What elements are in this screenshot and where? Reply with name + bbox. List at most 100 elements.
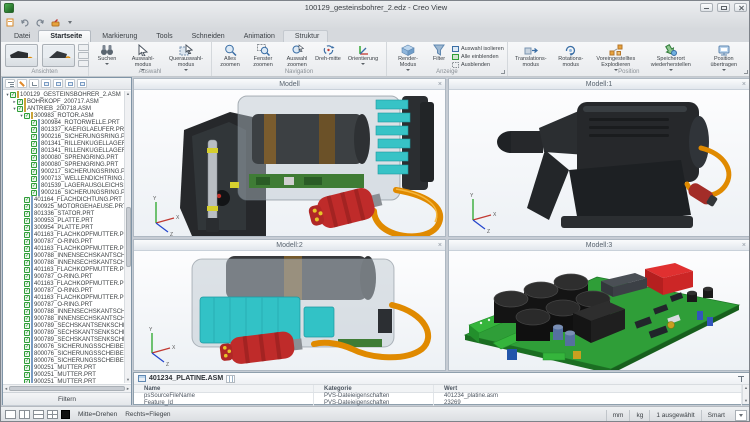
checkbox-checked-icon[interactable] (24, 225, 30, 231)
checkbox-checked-icon[interactable] (24, 302, 30, 308)
ribbon-tab[interactable]: Datei (3, 31, 38, 42)
orientierung-button[interactable]: Orientierung (343, 43, 383, 69)
tree-item[interactable]: 900787_O-RING.PRT (3, 273, 125, 280)
checkbox-checked-icon[interactable] (24, 309, 30, 315)
column-header-kategorie[interactable]: Kategorie (314, 385, 434, 392)
tree-item[interactable]: 900251_MUTTER.PRT (3, 364, 125, 371)
close-viewport-icon[interactable]: × (742, 240, 746, 251)
ausblenden-button[interactable]: Ausblenden (452, 61, 504, 68)
checkbox-checked-icon[interactable] (24, 351, 30, 357)
checkbox-checked-icon[interactable] (24, 281, 30, 287)
viewport-header[interactable]: Modell × (134, 79, 445, 90)
tree-item[interactable]: 900789_SECHSKANTSENKSCHRAUBE.PRT (3, 329, 125, 336)
close-button[interactable] (734, 3, 747, 12)
tree-item[interactable]: 900713_WELLENDICHTRING.PRT (3, 175, 125, 182)
scroll-thumb[interactable] (9, 386, 125, 391)
table-view-button[interactable] (226, 375, 235, 383)
new-annotation-icon[interactable] (4, 17, 16, 28)
close-viewport-icon[interactable]: × (742, 79, 746, 90)
tree-item[interactable]: 401163_FLACHKOPFMUTTER.PRT (3, 294, 125, 301)
scroll-down-icon[interactable]: ▼ (744, 398, 748, 404)
view-display-icon[interactable] (78, 60, 89, 67)
tree-item[interactable]: 100129_GESTEINSBOHRER_2.ASM (3, 91, 125, 98)
viewport-3d-view[interactable]: Y X Z (449, 90, 749, 236)
checkbox-checked-icon[interactable] (24, 218, 30, 224)
drehmitte-button[interactable]: Dreh-mitte (315, 43, 341, 69)
tree-toolbar-icon[interactable] (29, 79, 39, 88)
tree-item[interactable]: 801337_KAEFIGLAEUFER.PRT (3, 126, 125, 133)
tree-item[interactable]: 801336_STATOR.PRT (3, 210, 125, 217)
tree-item[interactable]: 900788_INNENSECHSKANTSCHRAUBE.PRT (3, 252, 125, 259)
tree-item[interactable]: 800076_SICHERUNGSSCHEIBE.PRT (3, 357, 125, 364)
tree-toolbar-icon[interactable] (53, 79, 63, 88)
tree-item[interactable]: 800076_SICHERUNGSSCHEIBE.PRT (3, 343, 125, 350)
view-update-icon[interactable] (78, 52, 89, 59)
tree-item[interactable]: 900216_SICHERUNGSRING.PRT (3, 189, 125, 196)
tree-item[interactable]: 300984_ROTORWELLE.PRT (3, 119, 125, 126)
checkbox-checked-icon[interactable] (24, 323, 30, 329)
checkbox-checked-icon[interactable] (24, 372, 30, 378)
checkbox-checked-icon[interactable] (31, 148, 37, 154)
checkbox-checked-icon[interactable] (31, 176, 37, 182)
scroll-right-icon[interactable]: ► (126, 386, 130, 391)
scroll-up-icon[interactable]: ▲ (126, 91, 130, 97)
checkbox-checked-icon[interactable] (31, 134, 37, 140)
viewport-header[interactable]: Modell:2 × (134, 240, 445, 251)
ribbon-tab[interactable]: Tools (145, 31, 180, 42)
column-header-name[interactable]: Name (134, 385, 314, 392)
checkbox-checked-icon[interactable] (31, 141, 37, 147)
checkbox-checked-icon[interactable] (24, 253, 30, 259)
tree-item[interactable]: 401163_FLACHKOPFMUTTER.PRT (3, 231, 125, 238)
render-modus-button[interactable]: Render-Modus (390, 43, 426, 69)
scroll-up-icon[interactable]: ▲ (744, 385, 748, 391)
tree-item[interactable]: 900251_MUTTER.PRT (3, 371, 125, 378)
checkbox-checked-icon[interactable] (24, 232, 30, 238)
tree-item[interactable]: 800076_SICHERUNGSSCHEIBE.PRT (3, 350, 125, 357)
tree-item[interactable]: 401163_FLACHKOPFMUTTER.PRT (3, 245, 125, 252)
tree-item[interactable]: 300954_PLATTE.PRT (3, 224, 125, 231)
tree-toolbar-icon[interactable] (77, 79, 87, 88)
checkbox-checked-icon[interactable] (24, 358, 30, 364)
checkbox-checked-icon[interactable] (10, 92, 16, 98)
tree-item[interactable]: 401163_FLACHKOPFMUTTER.PRT (3, 280, 125, 287)
tree-item[interactable]: 300925_MOTORGEHAEUSE.PRT (3, 203, 125, 210)
minimize-button[interactable] (700, 3, 713, 12)
tree-toolbar-icon[interactable] (41, 79, 51, 88)
position-uebertragen-button[interactable]: Position übertragen (701, 43, 747, 69)
checkbox-checked-icon[interactable] (24, 379, 30, 384)
checkbox-checked-icon[interactable] (17, 106, 23, 112)
viewport-3d-view[interactable]: Y X Z (134, 90, 445, 236)
checkbox-checked-icon[interactable] (24, 365, 30, 371)
view-thumbnail-2[interactable] (41, 43, 76, 68)
tree-item[interactable]: 900216_SICHERUNGSRING.PRT (3, 133, 125, 140)
suchen-button[interactable]: Suchen (92, 43, 122, 69)
tree-item[interactable]: 801539_LAGERAUSGLEICHSSCHEIBE.PRT (3, 182, 125, 189)
alle-einblenden-button[interactable]: Alle einblenden (452, 53, 504, 60)
checkbox-checked-icon[interactable] (31, 127, 37, 133)
ribbon-tab[interactable]: Startseite (38, 30, 91, 42)
view-thumbnail-1[interactable] (4, 43, 39, 68)
checkbox-checked-icon[interactable] (24, 246, 30, 252)
checkbox-checked-icon[interactable] (24, 337, 30, 343)
checkbox-checked-icon[interactable] (31, 169, 37, 175)
checkbox-checked-icon[interactable] (31, 155, 37, 161)
tree-item[interactable]: 800080_SPRENGRING.PRT (3, 161, 125, 168)
tree-horizontal-scrollbar[interactable]: ◄ ► (3, 384, 131, 392)
tree-item[interactable]: 801341_RILLENKUGELLAGER.PRT (3, 147, 125, 154)
tree-item[interactable]: 801341_RILLENKUGELLAGER.PRT (3, 140, 125, 147)
viewport-3d-view[interactable] (449, 251, 749, 370)
viewport-header[interactable]: Modell:3 × (449, 240, 749, 251)
column-header-wert[interactable]: Wert (434, 385, 742, 392)
customize-toolbar-icon[interactable] (64, 17, 76, 28)
checkbox-checked-icon[interactable] (31, 162, 37, 168)
tree-item[interactable]: 800080_SPRENGRING.PRT (3, 154, 125, 161)
checkbox-checked-icon[interactable] (24, 274, 30, 280)
checkbox-checked-icon[interactable] (24, 239, 30, 245)
auswahl-zoomen-button[interactable]: Auswahl zoomen (281, 43, 313, 69)
checkbox-checked-icon[interactable] (24, 267, 30, 273)
scroll-thumb[interactable] (126, 207, 131, 267)
checkbox-checked-icon[interactable] (24, 344, 30, 350)
checkbox-checked-icon[interactable] (24, 330, 30, 336)
filter-button[interactable]: Filtern (3, 392, 131, 405)
voreingestelltes-explodieren-button[interactable]: Voreingestelltes Explodieren (591, 43, 641, 69)
